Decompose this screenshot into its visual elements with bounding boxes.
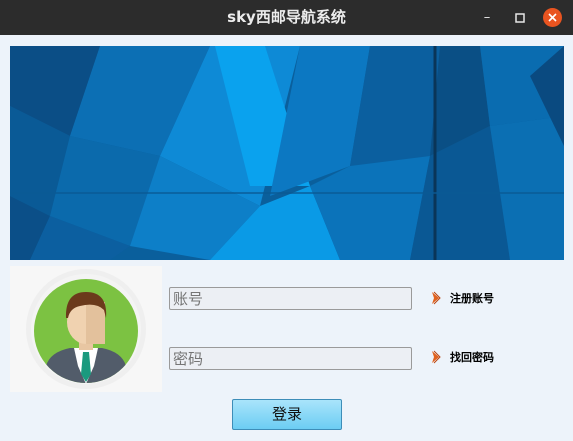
register-account-link[interactable]: 注册账号: [430, 289, 494, 307]
close-icon[interactable]: [543, 8, 562, 27]
minimize-icon[interactable]: –: [477, 8, 497, 28]
banner-image: [10, 46, 564, 260]
account-input[interactable]: [169, 287, 412, 310]
chevron-right-icon: [432, 291, 441, 305]
recover-password-label: 找回密码: [450, 351, 494, 364]
password-input[interactable]: [169, 347, 412, 370]
login-button[interactable]: 登录: [232, 399, 342, 430]
title-bar: sky西邮导航系统 –: [0, 0, 573, 35]
recover-password-link[interactable]: 找回密码: [430, 348, 494, 366]
maximize-icon[interactable]: [510, 8, 530, 28]
login-window: sky西邮导航系统 – 账号 注册账号 找回密码 登录: [0, 0, 573, 441]
register-account-label: 注册账号: [450, 292, 494, 305]
chevron-right-icon: [432, 350, 441, 364]
avatar: [10, 266, 162, 392]
